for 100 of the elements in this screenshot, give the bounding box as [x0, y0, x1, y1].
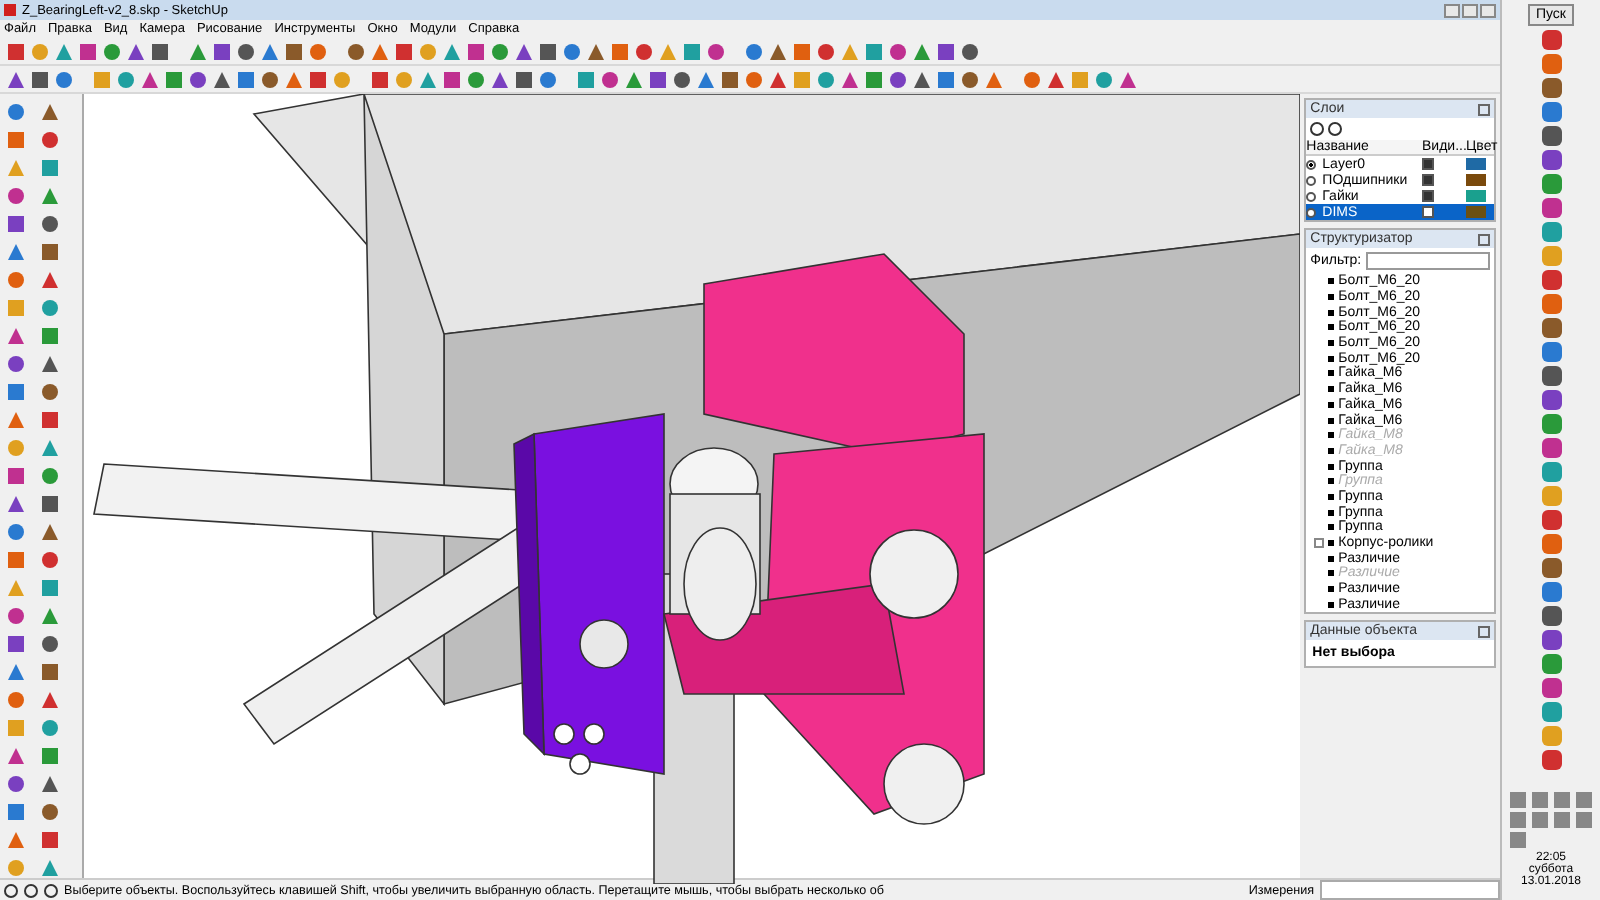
visible-checkbox[interactable]: [1422, 158, 1434, 170]
side-tool-icon[interactable]: [4, 772, 26, 794]
toolbar-tool-icon[interactable]: [488, 40, 510, 62]
toolbar-tool-icon[interactable]: [910, 68, 932, 90]
toolbar-tool-icon[interactable]: [646, 68, 668, 90]
add-layer-icon[interactable]: [1310, 122, 1325, 136]
toolbar-tool-icon[interactable]: [536, 68, 558, 90]
toolbar-tool-icon[interactable]: [718, 68, 740, 90]
side-tool-icon[interactable]: [4, 492, 26, 514]
side-tool-icon[interactable]: [38, 100, 60, 122]
toolbar-tool-icon[interactable]: [234, 40, 256, 62]
toolbar-tool-icon[interactable]: [440, 68, 462, 90]
toolbar-tool-icon[interactable]: [148, 40, 170, 62]
toolbar-tool-icon[interactable]: [680, 40, 702, 62]
side-tool-icon[interactable]: [38, 576, 60, 598]
active-layer-radio[interactable]: [1306, 159, 1317, 169]
side-tool-icon[interactable]: [38, 268, 60, 290]
toolbar-tool-icon[interactable]: [766, 40, 788, 62]
side-tool-icon[interactable]: [38, 212, 60, 234]
help-icon[interactable]: [44, 883, 58, 897]
side-tool-icon[interactable]: [4, 100, 26, 122]
toolbar-tool-icon[interactable]: [704, 40, 726, 62]
toolbar-tool-icon[interactable]: [934, 68, 956, 90]
toolbar-tool-icon[interactable]: [814, 40, 836, 62]
toolbar-tool-icon[interactable]: [934, 40, 956, 62]
toolbar-tool-icon[interactable]: [52, 68, 74, 90]
toolbar-tool-icon[interactable]: [814, 68, 836, 90]
side-tool-icon[interactable]: [38, 716, 60, 738]
toolbar-tool-icon[interactable]: [512, 40, 534, 62]
toolbar-tool-icon[interactable]: [416, 68, 438, 90]
side-tool-icon[interactable]: [38, 744, 60, 766]
toolbar-tool-icon[interactable]: [622, 68, 644, 90]
side-tool-icon[interactable]: [38, 632, 60, 654]
toolbar-tool-icon[interactable]: [28, 68, 50, 90]
visible-checkbox[interactable]: [1422, 174, 1434, 186]
toolbar-tool-icon[interactable]: [910, 40, 932, 62]
toolbar-tool-icon[interactable]: [368, 68, 390, 90]
toolbar-tool-icon[interactable]: [76, 40, 98, 62]
active-layer-radio[interactable]: [1306, 207, 1317, 217]
toolbar-tool-icon[interactable]: [282, 40, 304, 62]
toolbar-tool-icon[interactable]: [1044, 68, 1066, 90]
side-tool-icon[interactable]: [4, 408, 26, 430]
toolbar-tool-icon[interactable]: [344, 40, 366, 62]
side-tool-icon[interactable]: [4, 688, 26, 710]
side-tool-icon[interactable]: [4, 548, 26, 570]
toolbar-tool-icon[interactable]: [210, 68, 232, 90]
side-tool-icon[interactable]: [38, 520, 60, 542]
toolbar-tool-icon[interactable]: [52, 40, 74, 62]
side-tool-icon[interactable]: [38, 800, 60, 822]
side-tool-icon[interactable]: [4, 212, 26, 234]
side-tool-icon[interactable]: [38, 240, 60, 262]
toolbar-tool-icon[interactable]: [560, 40, 582, 62]
side-tool-icon[interactable]: [38, 772, 60, 794]
toolbar-tool-icon[interactable]: [100, 40, 122, 62]
toolbar-tool-icon[interactable]: [258, 68, 280, 90]
side-tool-icon[interactable]: [38, 604, 60, 626]
side-tool-icon[interactable]: [4, 828, 26, 850]
side-tool-icon[interactable]: [38, 464, 60, 486]
toolbar-tool-icon[interactable]: [1020, 68, 1042, 90]
side-tool-icon[interactable]: [4, 520, 26, 542]
side-tool-icon[interactable]: [38, 548, 60, 570]
side-tool-icon[interactable]: [4, 464, 26, 486]
side-tool-icon[interactable]: [4, 380, 26, 402]
toolbar-tool-icon[interactable]: [282, 68, 304, 90]
toolbar-tool-icon[interactable]: [862, 40, 884, 62]
toolbar-tool-icon[interactable]: [862, 68, 884, 90]
toolbar-tool-icon[interactable]: [4, 40, 26, 62]
side-tool-icon[interactable]: [4, 660, 26, 682]
toolbar-tool-icon[interactable]: [742, 68, 764, 90]
side-tool-icon[interactable]: [4, 184, 26, 206]
minimize-button[interactable]: [1444, 3, 1460, 17]
toolbar-tool-icon[interactable]: [670, 68, 692, 90]
active-layer-radio[interactable]: [1306, 175, 1317, 185]
toolbar-tool-icon[interactable]: [790, 40, 812, 62]
toolbar-tool-icon[interactable]: [1116, 68, 1138, 90]
side-tool-icon[interactable]: [4, 324, 26, 346]
side-tool-icon[interactable]: [4, 352, 26, 374]
visible-checkbox[interactable]: [1422, 190, 1434, 202]
toolbar-tool-icon[interactable]: [694, 68, 716, 90]
toolbar-tool-icon[interactable]: [186, 40, 208, 62]
close-button[interactable]: [1480, 3, 1496, 17]
toolbar-tool-icon[interactable]: [958, 40, 980, 62]
active-layer-radio[interactable]: [1306, 191, 1317, 201]
layer-color-swatch[interactable]: [1466, 158, 1486, 170]
toolbar-tool-icon[interactable]: [4, 68, 26, 90]
side-tool-icon[interactable]: [38, 184, 60, 206]
side-tool-icon[interactable]: [4, 744, 26, 766]
toolbar-tool-icon[interactable]: [306, 40, 328, 62]
layer-color-swatch[interactable]: [1466, 174, 1486, 186]
toolbar-tool-icon[interactable]: [958, 68, 980, 90]
toolbar-tool-icon[interactable]: [608, 40, 630, 62]
layer-color-swatch[interactable]: [1466, 190, 1486, 202]
toolbar-tool-icon[interactable]: [306, 68, 328, 90]
close-icon[interactable]: [1478, 103, 1490, 115]
toolbar-tool-icon[interactable]: [982, 68, 1004, 90]
toolbar-tool-icon[interactable]: [464, 40, 486, 62]
side-tool-icon[interactable]: [38, 296, 60, 318]
remove-layer-icon[interactable]: [1328, 122, 1343, 136]
toolbar-tool-icon[interactable]: [210, 40, 232, 62]
close-icon[interactable]: [1478, 233, 1490, 245]
